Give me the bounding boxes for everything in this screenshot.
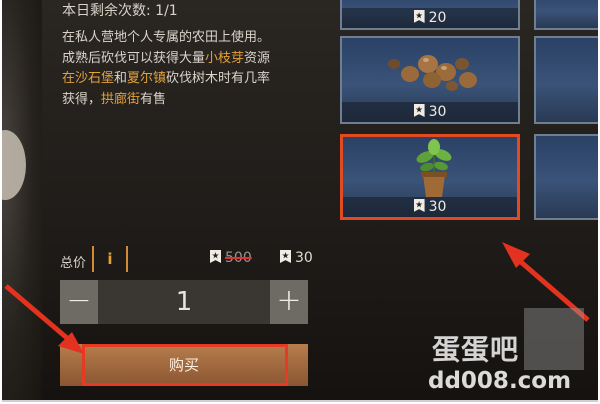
- info-icon[interactable]: i: [92, 246, 128, 272]
- total-label: 总价: [60, 256, 87, 271]
- medal-icon: [280, 250, 291, 263]
- item-card-partial[interactable]: [534, 36, 598, 124]
- medal-icon: [413, 199, 425, 212]
- item-description: 在私人营地个人专属的农田上使用。 成熟后砍伐可以获得大量小枝芽资源 在沙石堡和夏…: [62, 28, 332, 110]
- watermark-box: [524, 308, 584, 370]
- item-price: 30: [342, 102, 518, 122]
- current-price: 30: [280, 250, 313, 266]
- item-price: 30: [343, 197, 517, 217]
- increase-button[interactable]: +: [270, 280, 308, 324]
- original-price: 500: [210, 250, 252, 266]
- item-card-sapling-selected[interactable]: 30: [340, 134, 520, 220]
- desc-line-1: 在私人营地个人专属的农田上使用。: [62, 30, 271, 45]
- shop-location: 拱廊街: [101, 91, 141, 107]
- sapling-pot-icon: [416, 139, 452, 197]
- quantity-stepper: − 1 +: [60, 280, 308, 324]
- item-card-walnuts[interactable]: 30: [340, 36, 520, 124]
- medal-icon: [210, 250, 221, 263]
- desc-line-3: 在沙石堡和夏尔镇砍伐树木时有几率: [62, 71, 271, 86]
- item-price: 20: [342, 8, 518, 28]
- arrow-annotation-left: [4, 284, 84, 354]
- desc-line-4: 获得，拱廊街有售: [62, 91, 167, 107]
- item-card-partial[interactable]: [534, 0, 598, 30]
- medal-icon: [413, 104, 425, 117]
- watermark-url: dd008.com: [428, 368, 572, 394]
- resource-name: 小枝芽: [205, 50, 245, 66]
- item-card[interactable]: 20: [340, 0, 520, 30]
- medal-icon: [413, 10, 425, 23]
- quantity-value[interactable]: 1: [98, 280, 270, 324]
- item-card-partial[interactable]: [534, 134, 598, 220]
- remaining-count: 本日剩余次数: 1/1: [62, 3, 178, 19]
- walnuts-icon: [388, 55, 477, 91]
- game-shop-screen: 本日剩余次数: 1/1 在私人营地个人专属的农田上使用。 成熟后砍伐可以获得大量…: [2, 0, 598, 402]
- total-price-row: 总价 i 500 30: [60, 244, 330, 274]
- location-1: 在沙石堡: [62, 71, 115, 86]
- location-2: 夏尔镇: [127, 71, 167, 86]
- watermark-logo: 蛋蛋吧: [432, 333, 520, 366]
- desc-line-2: 成熟后砍伐可以获得大量小枝芽资源: [62, 50, 271, 66]
- buy-highlight-box: [82, 344, 288, 386]
